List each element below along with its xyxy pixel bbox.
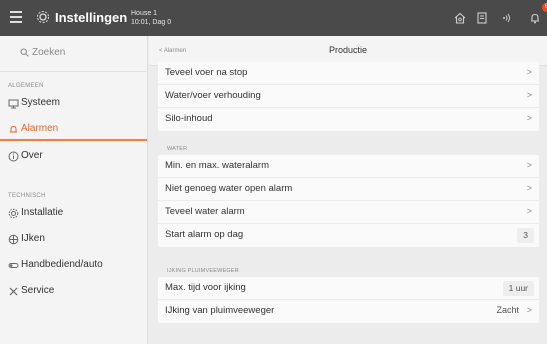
chevron-right-icon: > [526, 113, 532, 123]
group-label-weigher: IJKING PLUIMVEEWEGER [167, 268, 239, 274]
list-item[interactable]: Max. tijd voor ijking 1 uur [158, 277, 539, 300]
top-bar: Instellingen House 1 10:01, Dag 0 6 [0, 0, 547, 36]
row-value: Zacht [496, 305, 519, 315]
sidebar-item-label: Over [21, 150, 43, 161]
settings-group-water: Min. en max. wateralarm > Niet genoeg wa… [158, 155, 539, 247]
chevron-right-icon: > [526, 160, 532, 170]
sidebar-item-label: Handbediend/auto [21, 259, 103, 270]
row-label: Min. en max. wateralarm [165, 160, 270, 171]
chevron-right-icon: > [526, 183, 532, 193]
section-technical: TECHNISCH [8, 193, 46, 199]
settings-group-production: Teveel voer na stop > Water/voer verhoud… [158, 62, 539, 131]
sidebar: Zoeken ALGEMEEN Systeem Alarmen Over TEC… [0, 36, 148, 344]
group-label-water: WATER [167, 146, 188, 152]
row-label: Max. tijd voor ijking [165, 282, 246, 293]
monitor-icon [8, 98, 19, 109]
sidebar-item-label: Alarmen [21, 123, 59, 134]
list-item[interactable]: Silo-inhoud > [158, 108, 539, 131]
search-placeholder: Zoeken [32, 47, 66, 58]
sidebar-item-ijken[interactable]: IJken [0, 229, 147, 251]
search-field[interactable]: Zoeken [0, 36, 148, 72]
sidebar-item-handbediend[interactable]: Handbediend/auto [0, 255, 147, 277]
home-icon[interactable] [453, 11, 467, 25]
search-icon [20, 48, 29, 59]
menu-icon[interactable] [10, 11, 22, 23]
list-item[interactable]: Teveel voer na stop > [158, 62, 539, 85]
row-label: Niet genoeg water open alarm [165, 183, 293, 194]
gear-icon [8, 208, 19, 219]
sidebar-item-service[interactable]: Service [0, 281, 147, 303]
house-info[interactable]: House 1 10:01, Dag 0 [131, 9, 171, 27]
sidebar-item-label: Installatie [21, 207, 64, 218]
notification-bell-icon[interactable] [528, 11, 542, 25]
row-label: IJking van pluimveeweger [165, 305, 275, 316]
list-item[interactable]: Niet genoeg water open alarm > [158, 178, 539, 201]
chevron-right-icon: > [526, 206, 532, 216]
list-item[interactable]: Teveel water alarm > [158, 201, 539, 224]
sidebar-item-label: IJken [21, 233, 45, 244]
row-label: Teveel voer na stop [165, 67, 248, 78]
chevron-right-icon: > [526, 67, 532, 77]
row-label: Water/voer verhouding [165, 90, 261, 101]
sidebar-item-label: Service [21, 285, 55, 296]
notification-badge: 6 [542, 3, 547, 12]
list-item[interactable]: IJking van pluimveeweger Zacht > [158, 300, 539, 323]
settings-icon [36, 10, 51, 25]
row-label: Start alarm op dag [165, 229, 244, 240]
value-field[interactable]: 1 uur [502, 281, 534, 296]
house-name: House 1 [131, 10, 158, 17]
chevron-right-icon: > [526, 90, 532, 100]
document-icon[interactable] [475, 11, 489, 25]
sidebar-item-installatie[interactable]: Installatie [0, 203, 147, 225]
sidebar-item-systeem[interactable]: Systeem [0, 93, 147, 115]
chevron-right-icon: > [526, 305, 532, 315]
sidebar-item-label: Systeem [21, 97, 60, 108]
settings-group-weigher: Max. tijd voor ijking 1 uur IJking van p… [158, 277, 539, 323]
main-panel: < Alarmen Productie Teveel voer na stop … [149, 36, 547, 344]
section-general: ALGEMEEN [8, 83, 44, 89]
signal-icon[interactable] [499, 11, 513, 25]
value-field[interactable]: 3 [517, 228, 534, 243]
tools-icon [8, 286, 19, 297]
list-item[interactable]: Water/voer verhouding > [158, 85, 539, 108]
sidebar-item-over[interactable]: Over [0, 146, 147, 168]
page-title: Productie [328, 45, 368, 55]
row-label: Teveel water alarm [165, 206, 245, 217]
bell-icon [8, 124, 19, 135]
list-item[interactable]: Start alarm op dag 3 [158, 224, 539, 247]
info-icon [8, 151, 19, 162]
scale-icon [8, 234, 19, 245]
list-item[interactable]: Min. en max. wateralarm > [158, 155, 539, 178]
row-label: Silo-inhoud [165, 113, 213, 124]
app-title: Instellingen [55, 10, 128, 25]
toggle-icon [8, 260, 19, 271]
house-time: 10:01, Dag 0 [131, 19, 172, 26]
sidebar-item-alarmen[interactable]: Alarmen [0, 119, 147, 141]
